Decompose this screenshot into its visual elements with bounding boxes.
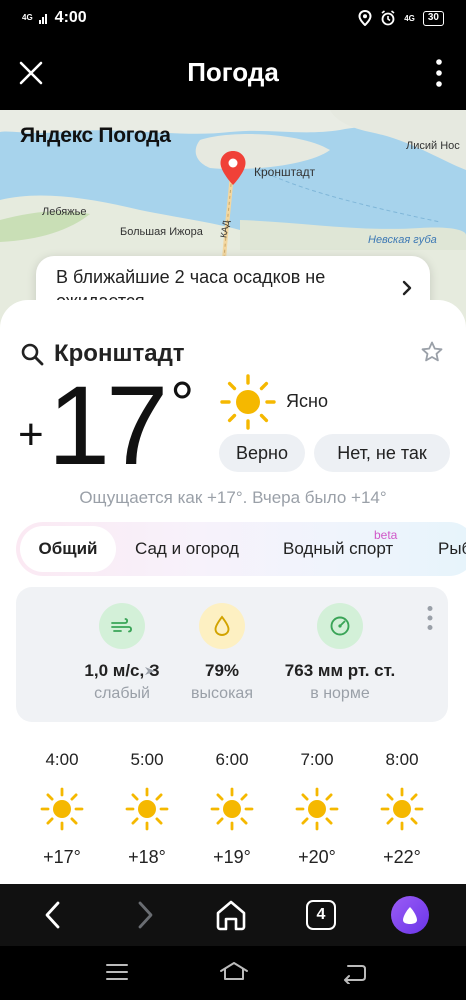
sun-icon [40, 787, 84, 831]
hour-time: 6:00 [215, 750, 249, 769]
pressure-icon-circle [317, 603, 363, 649]
recent-apps-icon[interactable] [104, 962, 130, 982]
sun-icon [125, 787, 169, 831]
battery-indicator: 30 [422, 10, 444, 26]
pressure-value: 763 мм рт. ст. [284, 661, 396, 680]
wind-icon [111, 618, 132, 633]
pressure-detail: 763 мм рт. ст. в норме [270, 603, 410, 703]
temperature-sign: + [18, 410, 44, 459]
map-label-kronshtadt: Кронштадт [254, 165, 316, 179]
alice-icon [403, 907, 417, 924]
tabs-count-button[interactable]: 4 [306, 900, 336, 930]
tab-garden[interactable]: Сад и огород [135, 522, 239, 576]
pressure-sub: в норме [310, 685, 370, 702]
home-icon[interactable] [213, 897, 249, 933]
temperature-degree: ° [170, 370, 195, 437]
current-temperature: + 17 ° [18, 370, 194, 482]
hour-temp: +22° [383, 847, 421, 867]
hourly-item: 6:00 +19° [190, 750, 274, 868]
back-arrow-icon[interactable] [36, 897, 72, 933]
forward-arrow-icon[interactable] [126, 897, 162, 933]
hour-temp: +18° [128, 847, 166, 867]
map-label-lebyazhye: Лебяжье [42, 206, 87, 218]
sun-icon [220, 374, 276, 430]
wind-icon-circle [99, 603, 145, 649]
clock: 4:00 [54, 9, 87, 26]
status-bar: 4G 4:00 4G 30 [0, 0, 466, 38]
sun-icon [380, 787, 424, 831]
page-title: Погода [187, 57, 279, 87]
browser-toolbar: 4 [0, 884, 466, 946]
map-pin-icon [220, 151, 246, 185]
search-icon [21, 343, 44, 366]
hourly-forecast[interactable]: 4:00 +17° 5:00 +18° 6:00 +19° 7:00 +20° … [20, 750, 466, 885]
temperature-value: 17 [47, 363, 169, 488]
weather-details-card[interactable]: 1,0 м/с, З слабый 79% высокая 763 мм рт.… [16, 587, 448, 722]
hour-temp: +19° [213, 847, 251, 867]
chevron-right-icon [402, 280, 412, 296]
location-icon [358, 10, 372, 26]
alice-assistant-button[interactable] [391, 896, 429, 934]
signal-icon [38, 14, 47, 24]
feels-like-text: Ощущается как +17°. Вчера было +14° [79, 488, 387, 507]
confirm-no-button[interactable]: Нет, не так [314, 434, 450, 472]
condition-text: Ясно [286, 391, 328, 411]
network-indicator-right: 4G [404, 13, 415, 23]
tab-fishing[interactable]: Рыб [438, 522, 466, 576]
system-back-icon[interactable] [340, 962, 368, 984]
weather-sheet: Кронштадт + 17 ° Ясно Верно Нет, не так … [0, 300, 466, 885]
sun-icon [295, 787, 339, 831]
map-brand-logo: Яндекс Погода [20, 124, 171, 147]
category-tabs: Общий Сад и огород Водный спорт beta Рыб [16, 522, 466, 576]
system-home-icon[interactable] [218, 960, 250, 984]
hour-temp: +20° [298, 847, 336, 867]
tab-general[interactable]: Общий [20, 526, 116, 572]
beta-badge: beta [374, 528, 398, 542]
hourly-item: 8:00 +22° [360, 750, 444, 868]
system-navigation-bar [0, 946, 466, 1000]
hour-time: 5:00 [130, 750, 164, 769]
hour-time: 4:00 [45, 750, 79, 769]
hourly-item: 4:00 +17° [20, 750, 104, 868]
map-label-lisiy-nos: Лисий Нос [406, 140, 460, 152]
drop-icon [214, 615, 230, 636]
confirm-yes-button[interactable]: Верно [219, 434, 305, 472]
map-label-bolshaya-izhora: Большая Ижора [120, 226, 203, 238]
more-vertical-icon[interactable] [426, 605, 434, 631]
hourly-item: 5:00 +18° [105, 750, 189, 868]
alarm-icon [381, 10, 395, 26]
hourly-item: 7:00 +20° [275, 750, 359, 868]
map-label-nevskaya-guba: Невская губа [368, 234, 437, 246]
hour-time: 7:00 [300, 750, 334, 769]
sun-icon [210, 787, 254, 831]
more-vertical-icon[interactable] [434, 58, 444, 88]
humidity-icon-circle [199, 603, 245, 649]
hour-time: 8:00 [385, 750, 419, 769]
gauge-icon [330, 616, 350, 636]
star-icon[interactable] [420, 340, 444, 364]
app-bar: Погода [0, 38, 466, 110]
network-indicator: 4G [22, 13, 33, 22]
hour-temp: +17° [43, 847, 81, 867]
